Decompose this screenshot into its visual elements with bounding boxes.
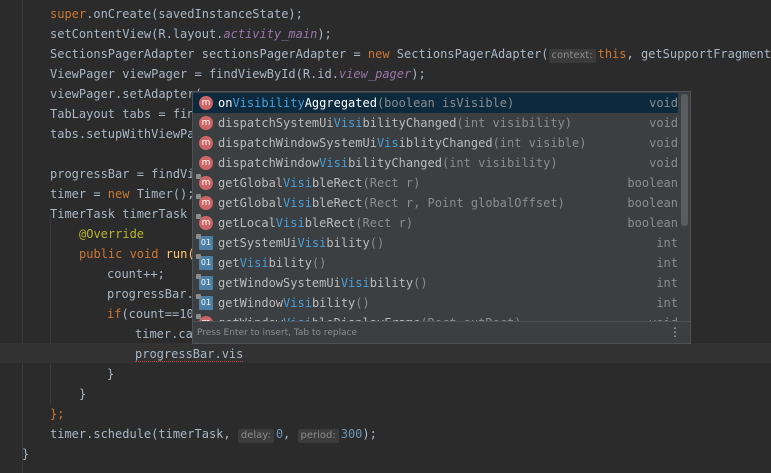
item-signature: dispatchSystemUiVisibilityChanged(int vi…	[218, 116, 573, 130]
code-line: timer.schedule(timerTask, delay: 0, perio…	[50, 427, 377, 443]
lock-icon	[196, 274, 201, 279]
autocomplete-popup[interactable]: m onVisibilityAggregated(boolean isVisibl…	[192, 91, 691, 344]
item-return-type: int	[656, 236, 678, 250]
parameter-hint: delay:	[237, 429, 274, 443]
code-line: if(count==10	[107, 307, 194, 321]
lock-icon	[196, 174, 201, 179]
indent-guide	[50, 215, 51, 405]
code-line: @Override	[79, 227, 145, 241]
autocomplete-item[interactable]: m dispatchWindowVisibilityChanged(int vis…	[193, 153, 678, 173]
item-signature: dispatchWindowSystemUiVisiblityChanged(i…	[218, 136, 587, 150]
item-return-type: void	[649, 156, 678, 170]
lock-icon	[196, 214, 201, 219]
field-icon: 01	[196, 234, 213, 250]
item-signature: getGlobalVisibleRect(Rect r)	[218, 176, 421, 190]
autocomplete-item[interactable]: m getGlobalVisibleRect(Rect r, Point glob…	[193, 193, 678, 213]
code-line: TimerTask timerTask	[50, 207, 195, 221]
field-icon: 01	[196, 274, 213, 290]
item-return-type: void	[649, 136, 678, 150]
parameter-hint: context:	[548, 49, 596, 63]
code-line: TabLayout tabs = fin	[50, 107, 195, 121]
code-line: }	[107, 367, 115, 381]
autocomplete-item[interactable]: m getLocalVisibleRect(Rect r) boolean	[193, 213, 678, 233]
lock-icon	[196, 314, 201, 319]
autocomplete-item[interactable]: m dispatchSystemUiVisibilityChanged(int v…	[193, 113, 678, 133]
code-line: public void run(	[79, 247, 195, 261]
code-line: progressBar.vis	[135, 347, 244, 362]
lock-icon	[196, 294, 201, 299]
code-line: timer = new Timer();	[50, 187, 195, 201]
indent-guide	[22, 0, 23, 473]
field-icon: 01	[196, 254, 213, 270]
item-signature: getWindowSystemUiVisibility()	[218, 276, 428, 290]
code-line: count++;	[107, 267, 165, 281]
item-return-type: void	[649, 116, 678, 130]
method-icon: m	[196, 174, 213, 190]
autocomplete-item[interactable]: 01 getWindowSystemUiVisibility() int	[193, 273, 678, 293]
lock-icon	[196, 234, 201, 239]
code-line: }	[22, 447, 30, 461]
method-icon: m	[199, 96, 213, 110]
item-signature: dispatchWindowVisibilityChanged(int visi…	[218, 156, 558, 170]
code-line: };	[50, 407, 65, 421]
field-icon: 01	[196, 294, 213, 310]
autocomplete-item[interactable]: 01 getVisibility() int	[193, 253, 678, 273]
autocomplete-item[interactable]: 01 getWindowVisibility() int	[193, 293, 678, 313]
item-return-type: boolean	[627, 196, 678, 210]
code-line: progressBar = findVi	[50, 167, 195, 181]
method-icon: m	[196, 194, 213, 210]
item-return-type: boolean	[627, 176, 678, 190]
method-icon: m	[199, 156, 213, 170]
code-line: tabs.setupWithViewPa	[50, 127, 195, 141]
item-signature: getWindowVisibility()	[218, 296, 370, 310]
lock-icon	[196, 194, 201, 199]
autocomplete-item[interactable]: m dispatchWindowSystemUiVisiblityChanged(…	[193, 133, 678, 153]
item-signature: getLocalVisibleRect(Rect r)	[218, 216, 414, 230]
caret-line-highlight	[0, 343, 771, 363]
item-signature: getVisibility()	[218, 256, 327, 270]
vertical-dots-icon[interactable]: ⋮	[669, 322, 681, 342]
parameter-hint: period:	[297, 429, 339, 443]
lock-icon	[196, 254, 201, 259]
method-icon: m	[196, 214, 213, 230]
code-line: viewPager.setAdapter(	[50, 87, 202, 101]
item-signature: getGlobalVisibleRect(Rect r, Point globa…	[218, 196, 565, 210]
code-line: timer.ca	[135, 327, 193, 341]
item-return-type: void	[649, 96, 678, 110]
autocomplete-item[interactable]: m getGlobalVisibleRect(Rect r) boolean	[193, 173, 678, 193]
code-line: progressBar.	[107, 287, 194, 301]
popup-footer: Press Enter to insert, Tab to replace ⋮	[193, 321, 690, 343]
item-signature: getSystemUiVisibility()	[218, 236, 385, 250]
code-line: }	[79, 387, 87, 401]
code-line: setContentView(R.layout.activity_main);	[50, 27, 332, 41]
item-return-type: int	[656, 256, 678, 270]
method-icon: m	[199, 136, 213, 150]
item-return-type: boolean	[627, 216, 678, 230]
autocomplete-item[interactable]: 01 getSystemUiVisibility() int	[193, 233, 678, 253]
code-line: ViewPager viewPager = findViewById(R.id.…	[50, 67, 426, 81]
code-line: SectionsPagerAdapter sectionsPagerAdapte…	[50, 47, 771, 63]
code-line: super.onCreate(savedInstanceState);	[50, 7, 303, 21]
item-signature: onVisibilityAggregated(boolean isVisible…	[218, 96, 515, 110]
popup-scrollbar[interactable]	[681, 94, 688, 226]
item-return-type: int	[656, 296, 678, 310]
item-return-type: int	[656, 276, 678, 290]
autocomplete-item[interactable]: m onVisibilityAggregated(boolean isVisibl…	[193, 93, 678, 113]
method-icon: m	[199, 116, 213, 130]
popup-hint-text: Press Enter to insert, Tab to replace	[197, 328, 358, 338]
